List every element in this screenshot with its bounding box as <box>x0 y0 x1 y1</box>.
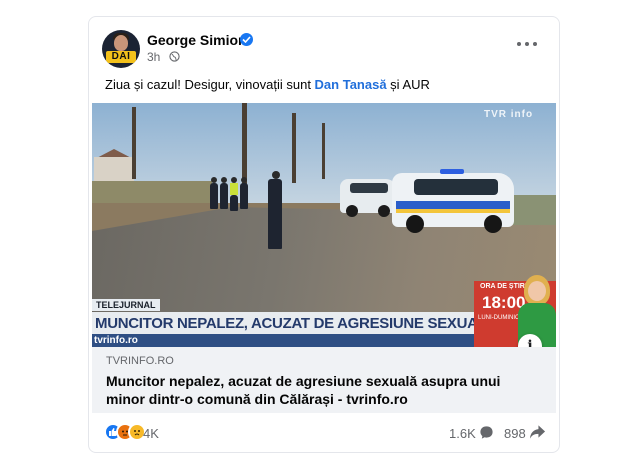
tv-headline: MUNCITOR NEPALEZ, ACUZAT DE AGRESIUNE SE… <box>95 315 498 332</box>
post-text-part: și <box>386 77 403 92</box>
post-time[interactable]: 3h <box>147 50 160 64</box>
info-icon: i <box>527 338 533 347</box>
post-text-part: Ziua și cazul! Desigur, vinovații sunt <box>105 77 315 92</box>
show-tag: TELEJURNAL <box>92 299 160 311</box>
link-domain: TVRINFO.RO <box>106 355 174 367</box>
comment-count[interactable]: 1.6K <box>449 426 476 441</box>
author-name[interactable]: George Simion <box>147 32 247 48</box>
comment-icon[interactable] <box>479 425 494 440</box>
news-video-thumbnail[interactable]: TVR info TELEJURNAL MUNCITOR NEPALEZ, AC… <box>92 103 556 347</box>
avatar-badge: DAI <box>106 51 136 63</box>
post-card: DAI George Simion 3h Ziua și cazul! Desi… <box>88 16 560 453</box>
reaction-count[interactable]: 4K <box>143 426 159 441</box>
verified-badge-icon <box>240 33 253 46</box>
ticker-logo: tvrinfo.ro <box>94 335 138 346</box>
mention-link[interactable]: Dan Tanasă <box>315 77 387 92</box>
post-text-part: AUR <box>402 77 430 92</box>
globe-icon <box>169 51 180 62</box>
share-icon[interactable] <box>529 424 546 440</box>
police-car <box>340 179 396 217</box>
share-count[interactable]: 898 <box>504 426 526 441</box>
police-car <box>392 169 514 233</box>
tv-channel-logo: TVR info <box>484 109 534 120</box>
link-title[interactable]: Muncitor nepalez, acuzat de agresiune se… <box>106 372 526 408</box>
post-text: Ziua și cazul! Desigur, vinovații sunt D… <box>105 77 430 92</box>
avatar[interactable]: DAI <box>102 30 140 68</box>
more-options-button[interactable] <box>517 39 539 49</box>
